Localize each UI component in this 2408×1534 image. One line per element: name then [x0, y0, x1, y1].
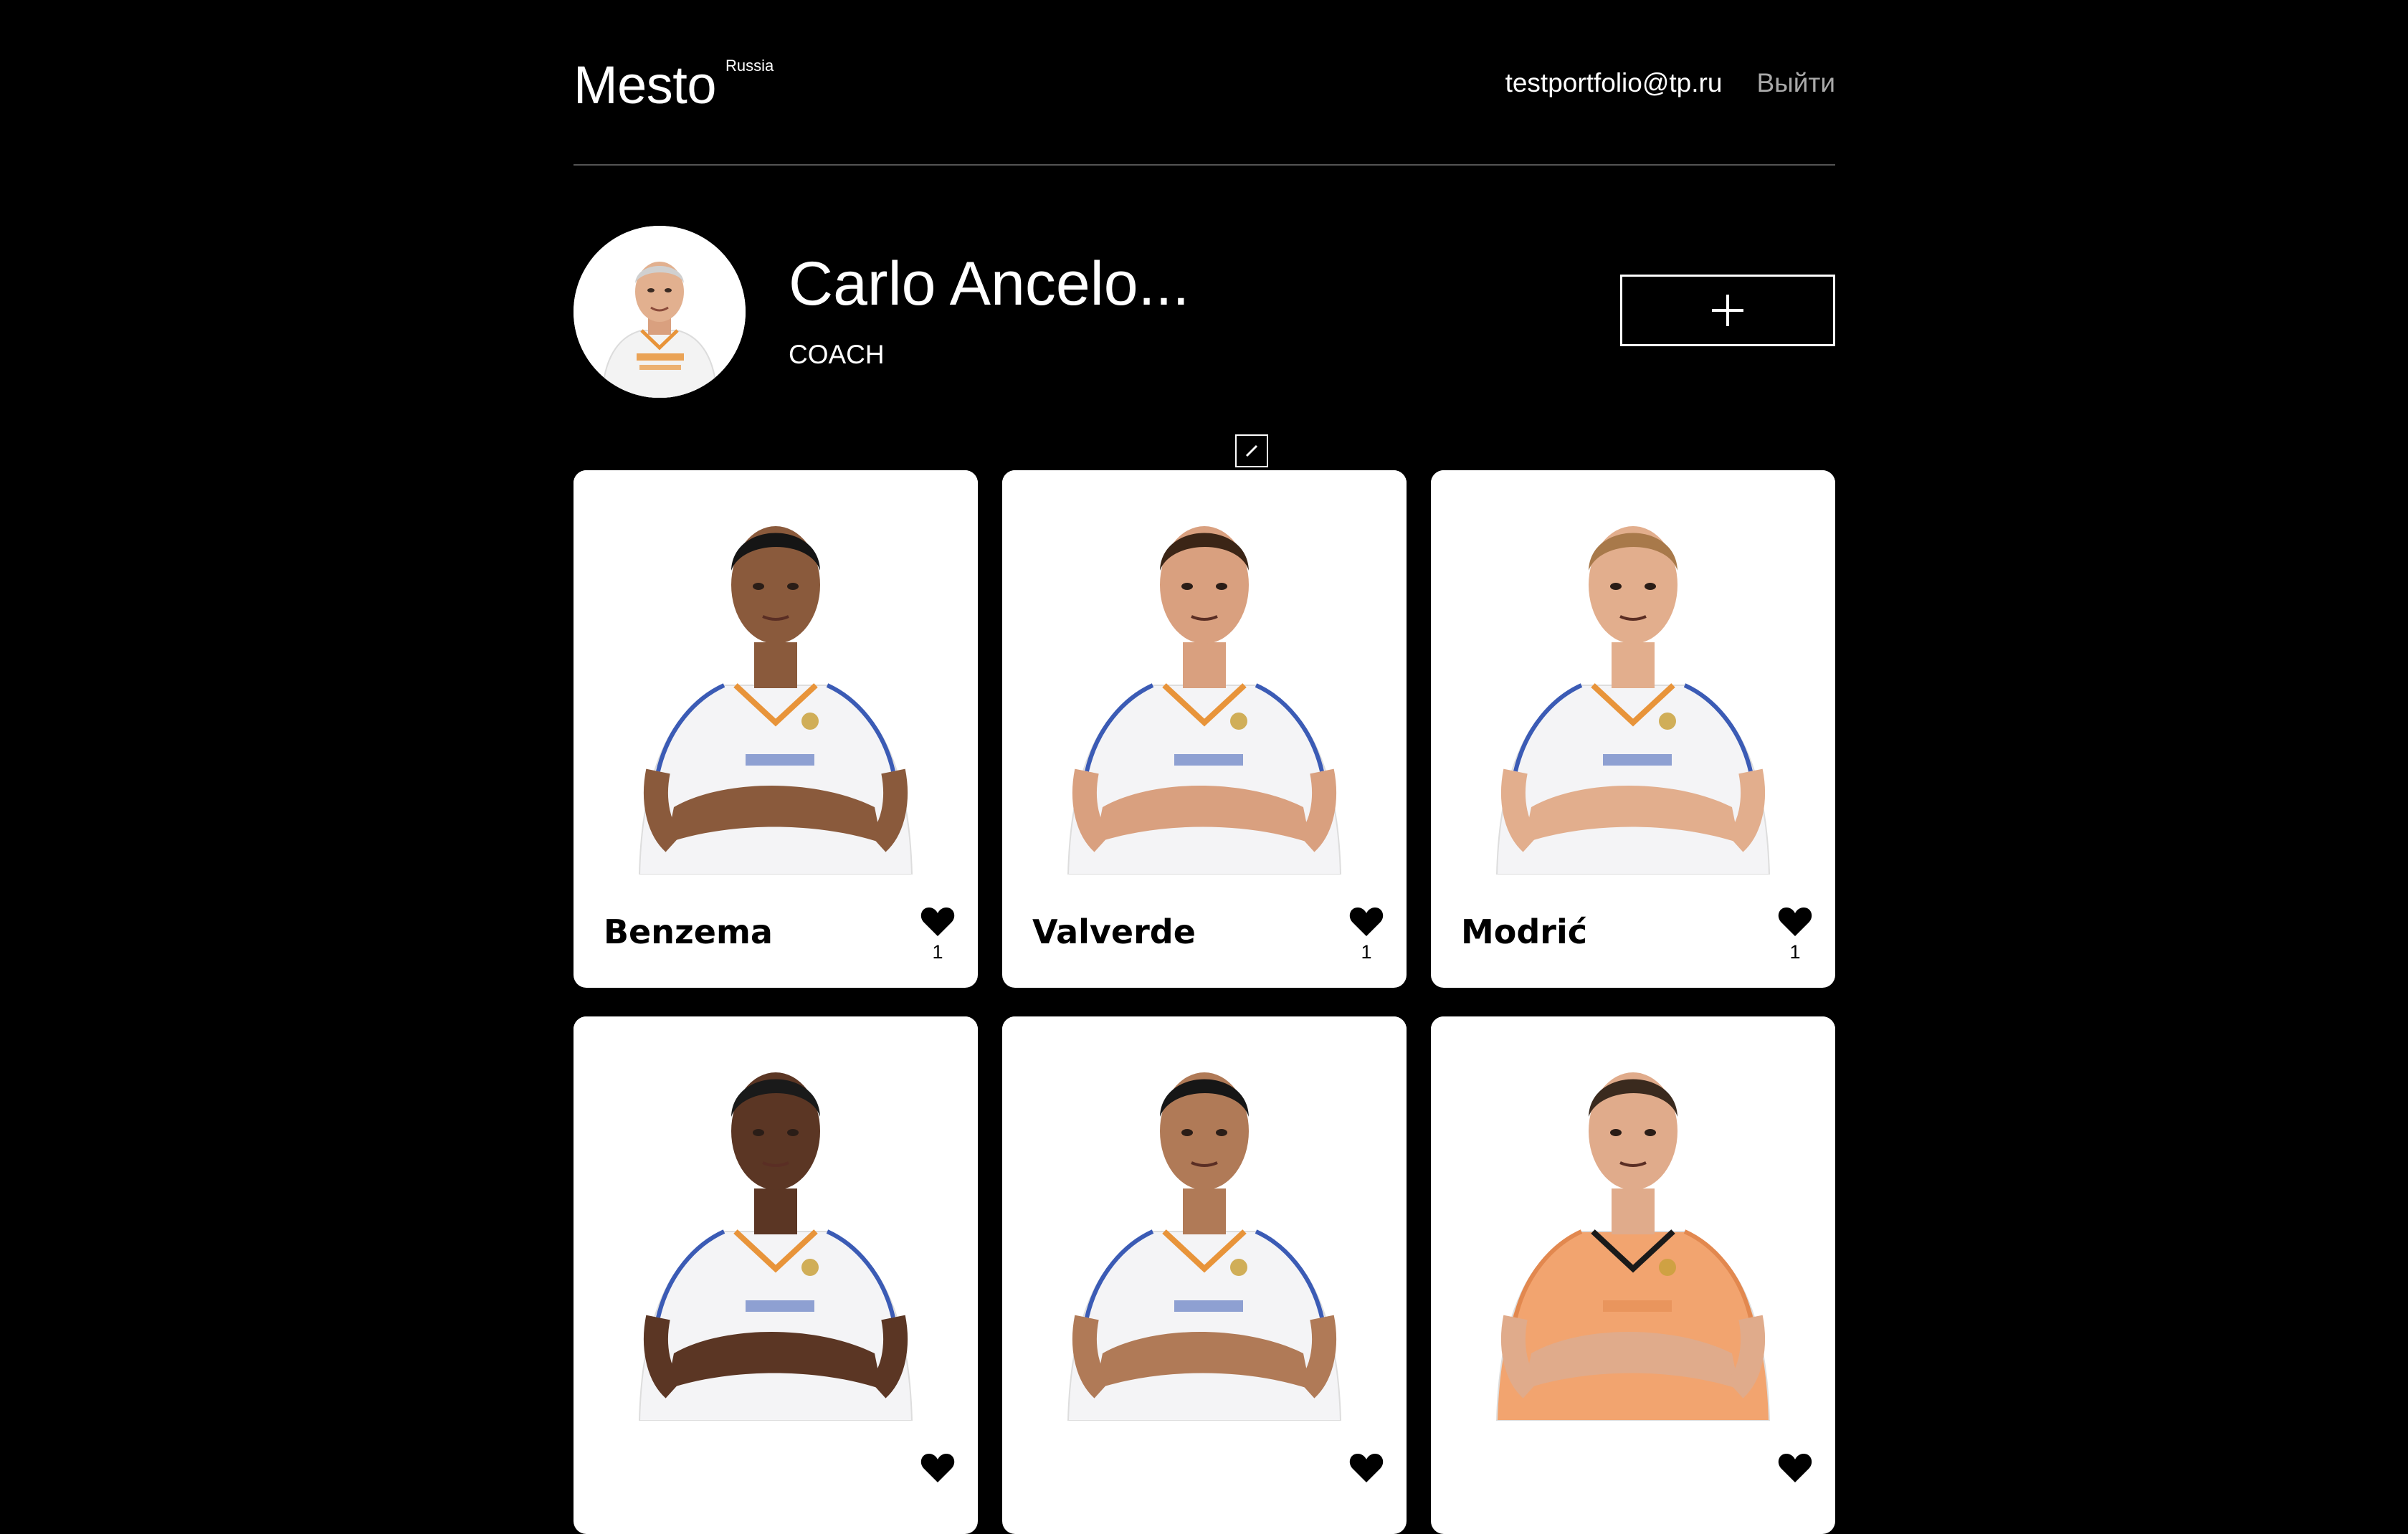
logout-link[interactable]: Выйти: [1756, 67, 1835, 99]
heart-icon[interactable]: [1348, 1452, 1384, 1484]
card-image: [1431, 470, 1835, 875]
logo-text: Mesto: [574, 55, 717, 115]
card-image: [574, 1016, 978, 1421]
logo: Mesto Russia: [574, 55, 774, 115]
card: Valverde 1: [1002, 470, 1407, 988]
card-title: Modrić: [1461, 913, 1588, 951]
page: Mesto Russia testportfolio@tp.ru Выйти C…: [574, 0, 1835, 1534]
card-title: Benzema: [604, 913, 773, 951]
add-card-button[interactable]: [1620, 275, 1835, 346]
like-group: [1346, 1452, 1386, 1487]
card-photo[interactable]: [1002, 470, 1407, 875]
card-image: [1002, 1016, 1407, 1421]
header: Mesto Russia testportfolio@tp.ru Выйти: [574, 0, 1835, 166]
like-group: 1: [1775, 906, 1815, 963]
card-title: Valverde: [1032, 913, 1196, 951]
pencil-icon: [1245, 444, 1258, 457]
heart-icon[interactable]: [1777, 906, 1813, 938]
card-photo[interactable]: [574, 1016, 978, 1421]
like-group: 1: [918, 906, 958, 963]
card: Benzema 1: [574, 470, 978, 988]
profile: Carlo Ancelo... COACH: [574, 166, 1835, 470]
card: [1002, 1016, 1407, 1534]
card-image: [1431, 1016, 1835, 1421]
avatar-photo: [574, 226, 746, 398]
like-group: [1775, 1452, 1815, 1487]
profile-about: COACH: [789, 340, 885, 369]
header-user: testportfolio@tp.ru Выйти: [1505, 67, 1835, 99]
user-email: testportfolio@tp.ru: [1505, 68, 1723, 97]
heart-icon[interactable]: [1777, 1452, 1813, 1484]
heart-icon[interactable]: [920, 1452, 956, 1484]
heart-icon[interactable]: [920, 906, 956, 938]
card-image: [1002, 470, 1407, 875]
card-photo[interactable]: [574, 470, 978, 875]
profile-name: Carlo Ancelo...: [789, 249, 1190, 318]
like-group: 1: [1346, 906, 1386, 963]
like-count: 1: [1789, 941, 1801, 963]
card-photo[interactable]: [1431, 470, 1835, 875]
like-group: [918, 1452, 958, 1487]
card-photo[interactable]: [1431, 1016, 1835, 1421]
card: [574, 1016, 978, 1534]
card: [1431, 1016, 1835, 1534]
card: Modrić 1: [1431, 470, 1835, 988]
logo-superscript: Russia: [725, 57, 774, 75]
edit-profile-button[interactable]: [1235, 434, 1268, 467]
heart-icon[interactable]: [1348, 906, 1384, 938]
like-count: 1: [1361, 941, 1372, 963]
avatar[interactable]: [574, 226, 746, 398]
like-count: 1: [932, 941, 943, 963]
plus-icon: [1712, 295, 1743, 326]
card-photo[interactable]: [1002, 1016, 1407, 1421]
card-image: [574, 470, 978, 875]
